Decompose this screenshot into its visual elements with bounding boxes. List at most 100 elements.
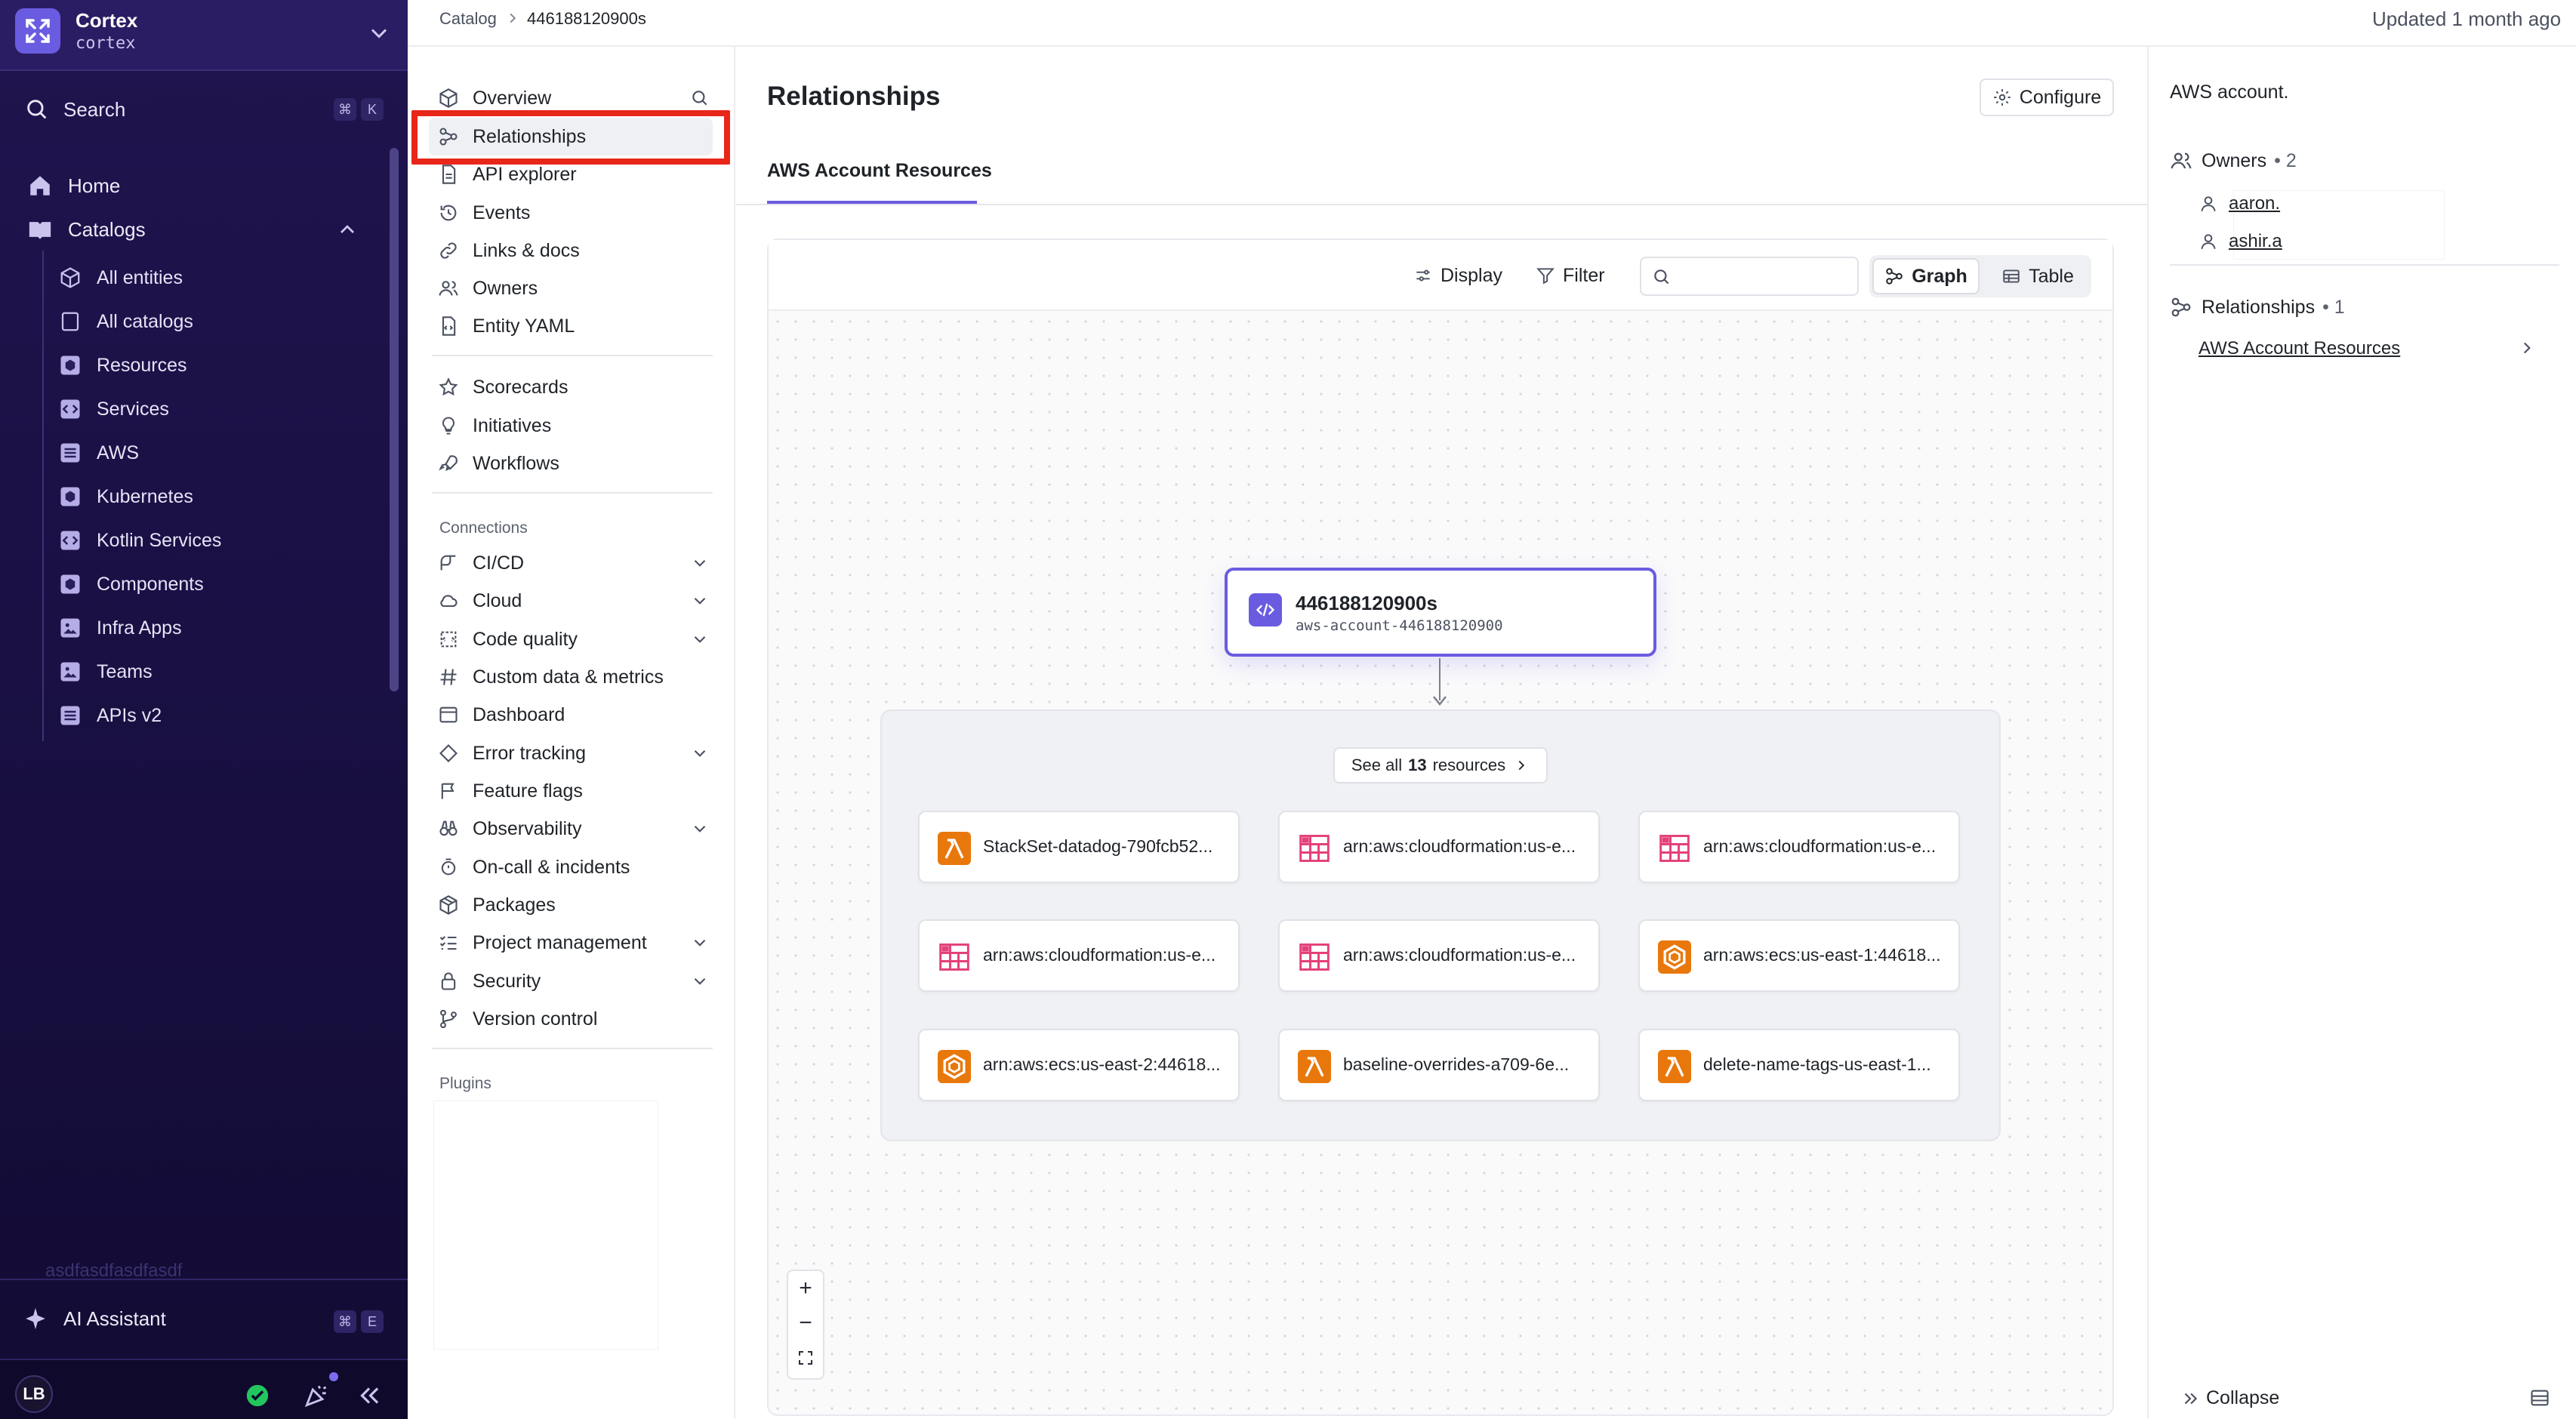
resource-card[interactable]: arn:aws:cloudformation:us-e... bbox=[1638, 811, 1960, 883]
avatar[interactable]: LB bbox=[15, 1375, 53, 1413]
plugins-heading: Plugins bbox=[439, 1075, 491, 1092]
configure-button[interactable]: Configure bbox=[1980, 78, 2114, 116]
page-title: Relationships bbox=[767, 82, 941, 111]
tab-entity-yaml[interactable]: Entity YAML bbox=[438, 309, 713, 343]
nav-label: Project management bbox=[473, 931, 647, 953]
tab-observability[interactable]: Observability bbox=[438, 811, 713, 846]
owner-link[interactable]: aaron. bbox=[2199, 187, 2448, 220]
graph-view-button[interactable]: Graph bbox=[1872, 258, 1980, 294]
breadcrumb-catalog[interactable]: Catalog bbox=[439, 9, 497, 29]
tab-packages[interactable]: Packages bbox=[438, 888, 713, 922]
fit-view-button[interactable] bbox=[788, 1341, 823, 1375]
shortcut-key: ⌘ bbox=[334, 98, 356, 121]
display-button[interactable]: Display bbox=[1413, 257, 1502, 294]
sidebar-item-kubernetes[interactable]: Kubernetes bbox=[53, 477, 370, 516]
sidebar-item-resources[interactable]: Resources bbox=[53, 346, 370, 385]
sidebar-item-teams[interactable]: Teams bbox=[53, 652, 370, 691]
tab-custom-data-metrics[interactable]: Custom data & metrics bbox=[438, 660, 713, 694]
root-entity-node[interactable]: 446188120900s aws-account-446188120900 bbox=[1225, 568, 1656, 657]
tab-error-tracking[interactable]: Error tracking bbox=[438, 736, 713, 771]
owner-name[interactable]: ashir.a bbox=[2229, 231, 2282, 252]
node-title: 446188120900s bbox=[1296, 592, 1437, 614]
zoom-in-button[interactable]: + bbox=[788, 1271, 823, 1306]
resource-card[interactable]: arn:aws:cloudformation:us-e... bbox=[918, 919, 1240, 992]
resource-label: StackSet-datadog-790fcb52... bbox=[983, 836, 1213, 856]
resource-card[interactable]: arn:aws:ecs:us-east-2:44618... bbox=[918, 1029, 1240, 1101]
resource-card[interactable]: arn:aws:cloudformation:us-e... bbox=[1278, 811, 1600, 883]
entity-description: AWS account. bbox=[2170, 82, 2289, 103]
tab-events[interactable]: Events bbox=[438, 195, 713, 230]
nav-label: Packages bbox=[473, 894, 556, 916]
cube-box-icon bbox=[59, 573, 82, 596]
sidebar-scrollbar[interactable] bbox=[390, 148, 399, 691]
see-all-resources-button[interactable]: See all 13 resources bbox=[1333, 747, 1548, 783]
chevron-down-icon[interactable] bbox=[690, 819, 710, 839]
search-icon[interactable] bbox=[690, 88, 710, 108]
sidebar-item-components[interactable]: Components bbox=[53, 565, 370, 604]
ai-assistant-button[interactable]: AI Assistant bbox=[23, 1306, 166, 1331]
tab-scorecards[interactable]: Scorecards bbox=[438, 370, 713, 405]
chevron-down-icon[interactable] bbox=[690, 933, 710, 953]
tab-ci-cd[interactable]: CI/CD bbox=[438, 546, 713, 580]
table-view-button[interactable]: Table bbox=[1987, 258, 2088, 294]
arrow-down-icon bbox=[1431, 694, 1448, 708]
chevron-right-icon[interactable] bbox=[2517, 338, 2537, 358]
sidebar-item-home[interactable]: Home bbox=[15, 166, 370, 205]
resource-label: arn:aws:cloudformation:us-e... bbox=[1343, 945, 1576, 965]
tab-code-quality[interactable]: Code quality bbox=[438, 622, 713, 657]
tab-dashboard[interactable]: Dashboard bbox=[438, 697, 713, 732]
chevron-down-icon[interactable] bbox=[690, 971, 710, 991]
resource-label: arn:aws:cloudformation:us-e... bbox=[983, 945, 1216, 965]
sidebar-item-all-catalogs[interactable]: All catalogs bbox=[53, 302, 370, 341]
status-check-icon[interactable] bbox=[245, 1383, 270, 1408]
tab-version-control[interactable]: Version control bbox=[438, 1002, 713, 1036]
tab-security[interactable]: Security bbox=[438, 964, 713, 999]
tab-owners[interactable]: Owners bbox=[438, 271, 713, 306]
party-popper-icon[interactable] bbox=[302, 1381, 331, 1410]
owner-link[interactable]: ashir.a bbox=[2199, 225, 2448, 258]
chevron-right-icon bbox=[1513, 757, 1530, 774]
chevron-down-icon[interactable] bbox=[690, 553, 710, 573]
resource-card[interactable]: StackSet-datadog-790fcb52... bbox=[918, 811, 1240, 883]
resource-card[interactable]: arn:aws:ecs:us-east-1:44618... bbox=[1638, 919, 1960, 992]
tab-initiatives[interactable]: Initiatives bbox=[438, 408, 713, 443]
divider bbox=[2170, 264, 2559, 266]
sidebar-item-infra-apps[interactable]: Infra Apps bbox=[53, 608, 370, 648]
sidebar-item-aws[interactable]: AWS bbox=[53, 433, 370, 472]
tab-workflows[interactable]: Workflows bbox=[438, 446, 713, 481]
sidebar-item-services[interactable]: Services bbox=[53, 389, 370, 429]
tab-project-management[interactable]: Project management bbox=[438, 925, 713, 960]
sidebar-item-apis-v2[interactable]: APIs v2 bbox=[53, 696, 370, 735]
owner-name[interactable]: aaron. bbox=[2229, 193, 2280, 214]
relationship-link[interactable]: AWS Account Resources bbox=[2199, 338, 2400, 359]
relationships-icon bbox=[2170, 296, 2192, 319]
tab-feature-flags[interactable]: Feature flags bbox=[438, 774, 713, 808]
chevron-down-icon[interactable] bbox=[690, 591, 710, 611]
resource-card[interactable]: baseline-overrides-a709-6e... bbox=[1278, 1029, 1600, 1101]
tab-on-call-incidents[interactable]: On-call & incidents bbox=[438, 850, 713, 885]
chevron-down-icon[interactable] bbox=[690, 629, 710, 649]
org-switcher[interactable] bbox=[0, 0, 408, 71]
top-bar bbox=[408, 0, 2576, 47]
chevron-up-icon[interactable] bbox=[335, 217, 359, 242]
chevron-down-icon[interactable] bbox=[365, 20, 393, 47]
collapse-sidebar-icon[interactable] bbox=[355, 1381, 384, 1410]
tab-aws-account-resources[interactable]: AWS Account Resources bbox=[767, 160, 992, 182]
resource-card[interactable]: arn:aws:cloudformation:us-e... bbox=[1278, 919, 1600, 992]
layout-icon[interactable] bbox=[2529, 1387, 2550, 1408]
tab-links-docs[interactable]: Links & docs bbox=[438, 233, 713, 268]
tab-cloud[interactable]: Cloud bbox=[438, 583, 713, 618]
chevron-down-icon[interactable] bbox=[690, 743, 710, 763]
graph-search-input[interactable] bbox=[1640, 257, 1859, 296]
sidebar-item-kotlin-services[interactable]: Kotlin Services bbox=[53, 521, 370, 560]
divider bbox=[0, 1279, 408, 1280]
sidebar-item-all-entities[interactable]: All entities bbox=[53, 258, 370, 297]
zoom-out-button[interactable]: − bbox=[788, 1306, 823, 1341]
notification-dot bbox=[329, 1372, 338, 1381]
sidebar-item-catalogs[interactable]: Catalogs bbox=[15, 210, 370, 249]
resource-card[interactable]: delete-name-tags-us-east-1... bbox=[1638, 1029, 1960, 1101]
sidebar-item-label: Components bbox=[97, 573, 204, 595]
collapse-panel-button[interactable]: Collapse bbox=[2180, 1387, 2279, 1409]
sidebar-search[interactable]: Search ⌘ K bbox=[17, 89, 387, 130]
filter-button[interactable]: Filter bbox=[1536, 257, 1605, 294]
